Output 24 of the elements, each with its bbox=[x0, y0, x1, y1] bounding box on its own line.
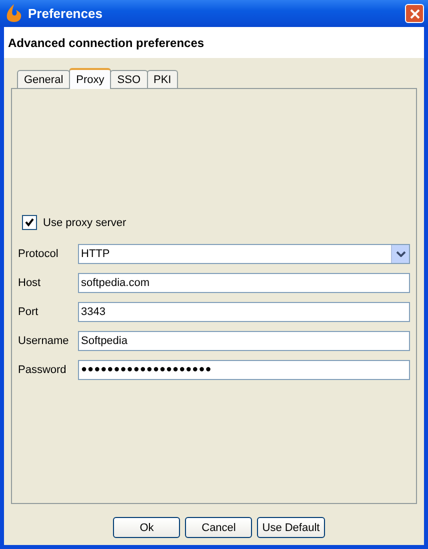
field-label: Password bbox=[18, 364, 68, 376]
dialog-button[interactable]: Use Default bbox=[257, 517, 325, 538]
password-field[interactable]: ●●●●●●●●●●●●●●●●●●●● bbox=[78, 360, 410, 380]
field-label: Port bbox=[18, 306, 40, 318]
input-field[interactable]: 3343 bbox=[78, 302, 410, 322]
close-button[interactable] bbox=[405, 4, 424, 23]
close-icon bbox=[410, 8, 420, 18]
window-title: Preferences bbox=[28, 6, 104, 21]
checkbox-label: Use proxy server bbox=[43, 216, 126, 228]
checkbox[interactable] bbox=[22, 215, 37, 230]
field-label: Protocol bbox=[18, 248, 60, 260]
protocol-dropdown[interactable]: HTTP bbox=[78, 244, 410, 264]
input-field[interactable]: Softpedia bbox=[78, 330, 410, 350]
header-text: Advanced connection preferences bbox=[8, 36, 204, 50]
dialog-button[interactable]: Ok bbox=[113, 517, 180, 538]
dialog-button[interactable]: Cancel bbox=[185, 517, 252, 538]
tab[interactable]: PKI bbox=[146, 70, 178, 88]
field-label: Host bbox=[18, 276, 42, 288]
tab[interactable]: Proxy bbox=[69, 68, 112, 89]
tab[interactable]: SSO bbox=[110, 70, 148, 88]
input-field[interactable]: softpedia.com bbox=[78, 272, 410, 292]
tab[interactable]: General bbox=[17, 70, 70, 88]
field-label: Username bbox=[18, 334, 70, 346]
flame-icon bbox=[4, 2, 24, 24]
